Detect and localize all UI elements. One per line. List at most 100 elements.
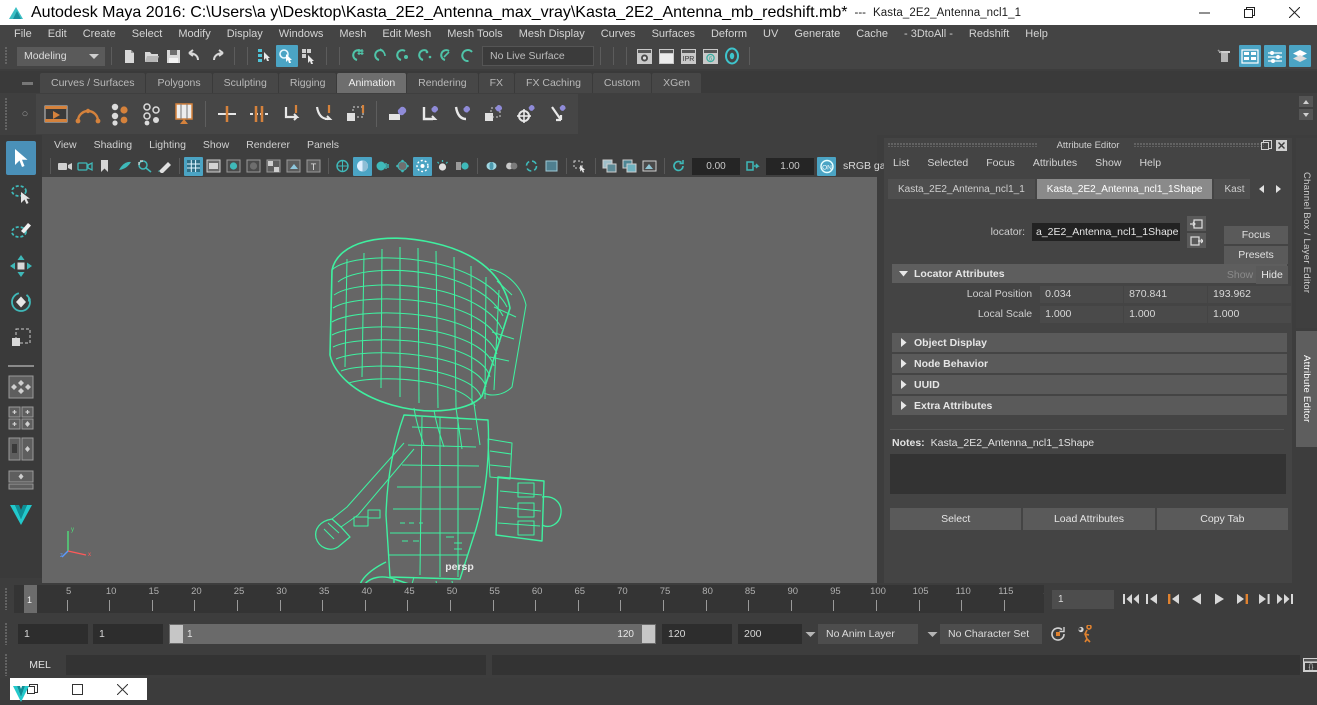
- node-tab-transform[interactable]: Kasta_2E2_Antenna_ncl1_1: [888, 179, 1035, 199]
- load-attributes-button[interactable]: Load Attributes: [1023, 508, 1155, 530]
- wireframe-shading-icon[interactable]: [224, 157, 243, 176]
- step-back-key-icon[interactable]: [1142, 588, 1164, 610]
- local-position-z[interactable]: 193.962: [1208, 285, 1291, 303]
- shelf-grip[interactable]: [0, 94, 14, 134]
- play-forwards-icon[interactable]: [1208, 588, 1230, 610]
- menu-select[interactable]: Select: [124, 25, 171, 43]
- viewport-panel-icon[interactable]: [542, 157, 561, 176]
- live-surface-field[interactable]: No Live Surface: [482, 46, 594, 66]
- show-hide-modeling-toolkit-icon[interactable]: [1214, 45, 1236, 67]
- use-default-material-icon[interactable]: [284, 157, 303, 176]
- menu-create[interactable]: Create: [75, 25, 124, 43]
- shelf-tab-rigging[interactable]: Rigging: [278, 73, 337, 93]
- aim-constraint-icon[interactable]: [339, 97, 371, 131]
- redo-icon[interactable]: [206, 45, 228, 67]
- layout-single-button[interactable]: [6, 373, 36, 401]
- menu-3dtoall[interactable]: - 3DtoAll -: [896, 25, 961, 43]
- local-position-x[interactable]: 0.034: [1040, 285, 1124, 303]
- section-node-behavior[interactable]: Node Behavior: [892, 354, 1287, 373]
- set-breakdown-key-icon[interactable]: [136, 97, 168, 131]
- section-extra-attributes[interactable]: Extra Attributes: [892, 396, 1287, 415]
- script-language-label[interactable]: MEL: [14, 659, 66, 671]
- orient-constraint-icon[interactable]: [275, 97, 307, 131]
- show-hide-tool-settings-icon[interactable]: [1264, 45, 1286, 67]
- range-slider[interactable]: 1 120: [169, 624, 656, 644]
- animation-preferences-icon[interactable]: [1072, 624, 1098, 644]
- attr-menu-selected[interactable]: Selected: [927, 157, 968, 169]
- select-button[interactable]: Select: [890, 508, 1022, 530]
- menu-generate[interactable]: Generate: [786, 25, 848, 43]
- cluster-link-icon[interactable]: [478, 97, 510, 131]
- pole-vector-link-icon[interactable]: [510, 97, 542, 131]
- viewport-menu-lighting[interactable]: Lighting: [149, 139, 186, 151]
- local-scale-y[interactable]: 1.000: [1124, 305, 1208, 323]
- gamma-reset-icon[interactable]: [743, 157, 762, 176]
- render-settings-icon[interactable]: 6: [699, 45, 721, 67]
- shelf-options-icon[interactable]: ○: [14, 108, 36, 120]
- attr-menu-attributes[interactable]: Attributes: [1033, 157, 1077, 169]
- show-hide-channel-box-icon[interactable]: [1289, 45, 1311, 67]
- color-management-toggle-icon[interactable]: ON: [817, 156, 836, 176]
- shelf-scroll-up-icon[interactable]: [1299, 96, 1313, 107]
- ghost-selected-icon[interactable]: [168, 97, 200, 131]
- undo-icon[interactable]: [184, 45, 206, 67]
- snap-to-curve-icon[interactable]: [368, 45, 390, 67]
- point-constraint-icon[interactable]: [243, 97, 275, 131]
- section-uuid[interactable]: UUID: [892, 375, 1287, 394]
- exposure-field[interactable]: 0.00: [692, 157, 740, 175]
- scale-tool-button[interactable]: [6, 321, 36, 355]
- undock-panel-icon[interactable]: [1260, 139, 1272, 151]
- menu-redshift[interactable]: Redshift: [961, 25, 1017, 43]
- viewport-menu-show[interactable]: Show: [203, 139, 229, 151]
- rotate-tool-button[interactable]: [6, 285, 36, 319]
- output-connection-icon[interactable]: [1187, 233, 1206, 248]
- show-button[interactable]: Show: [1224, 266, 1256, 284]
- close-panel-icon[interactable]: [1275, 139, 1287, 151]
- menu-file[interactable]: File: [6, 25, 40, 43]
- gpu-cache-icon[interactable]: [502, 157, 521, 176]
- viewport-menu-panels[interactable]: Panels: [307, 139, 339, 151]
- playback-start-time-field[interactable]: 1: [93, 624, 163, 644]
- shelf-tab-sculpting[interactable]: Sculpting: [212, 73, 278, 93]
- step-back-frame-icon[interactable]: [1164, 588, 1186, 610]
- playblast-icon[interactable]: [40, 97, 72, 131]
- grease-pencil-icon[interactable]: [155, 157, 174, 176]
- two-d-pan-zoom-icon[interactable]: [135, 157, 154, 176]
- character-set-dropdown-icon[interactable]: [924, 624, 940, 644]
- rangebar-grip[interactable]: [0, 620, 14, 648]
- vtab-attribute-editor[interactable]: Attribute Editor: [1296, 331, 1317, 447]
- range-slider-left-handle[interactable]: [170, 625, 183, 643]
- attr-menu-show[interactable]: Show: [1095, 157, 1121, 169]
- tab-scroll-right-icon[interactable]: [1270, 179, 1286, 199]
- select-object-icon[interactable]: [276, 45, 298, 67]
- statusbar-grip[interactable]: [3, 45, 12, 67]
- timeline-grip[interactable]: [0, 585, 14, 613]
- focus-button[interactable]: Focus: [1224, 226, 1288, 244]
- node-name-field[interactable]: a_2E2_Antenna_ncl1_1Shape: [1032, 223, 1180, 241]
- close-button[interactable]: [1272, 0, 1317, 25]
- paint-select-tool-button[interactable]: [6, 213, 36, 247]
- show-hide-attribute-editor-icon[interactable]: [1239, 45, 1261, 67]
- local-scale-x[interactable]: 1.000: [1040, 305, 1124, 323]
- local-position-y[interactable]: 870.841: [1124, 285, 1208, 303]
- attr-menu-list[interactable]: List: [893, 157, 909, 169]
- gamma-field[interactable]: 1.00: [766, 157, 814, 175]
- shelf-collapse-handle[interactable]: [20, 76, 36, 90]
- section-object-display[interactable]: Object Display: [892, 333, 1287, 352]
- open-scene-icon[interactable]: [140, 45, 162, 67]
- save-scene-icon[interactable]: [162, 45, 184, 67]
- menu-mesh-tools[interactable]: Mesh Tools: [439, 25, 510, 43]
- render-sequence-icon[interactable]: [620, 157, 639, 176]
- snap-to-projected-center-icon[interactable]: [412, 45, 434, 67]
- parent-constraint-icon[interactable]: [211, 97, 243, 131]
- xray-active-components-icon[interactable]: [393, 157, 412, 176]
- playback-end-time-field[interactable]: 120: [662, 624, 732, 644]
- menu-edit[interactable]: Edit: [40, 25, 75, 43]
- shadows-toggle-icon[interactable]: [353, 156, 372, 176]
- step-forward-key-icon[interactable]: [1252, 588, 1274, 610]
- node-tab-shape[interactable]: Kasta_2E2_Antenna_ncl1_1Shape: [1036, 179, 1213, 199]
- select-camera-icon[interactable]: [55, 157, 74, 176]
- input-connection-icon[interactable]: [1187, 216, 1206, 231]
- select-objects-viewport-icon[interactable]: [571, 157, 590, 176]
- film-gate-icon[interactable]: [204, 157, 223, 176]
